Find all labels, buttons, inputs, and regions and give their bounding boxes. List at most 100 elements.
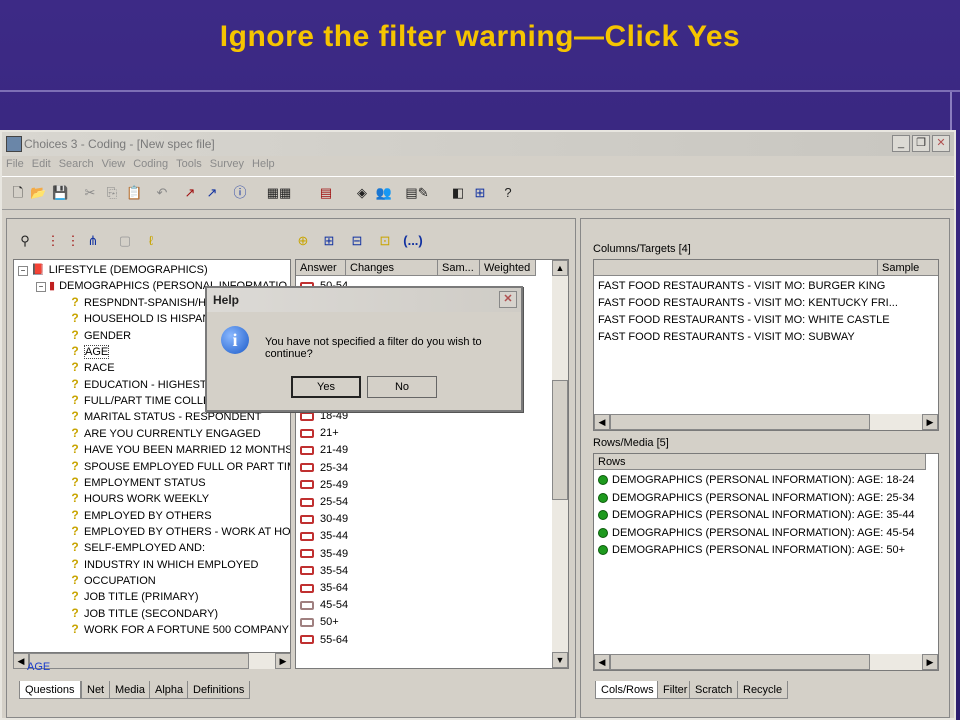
- diamond-icon[interactable]: ◈: [354, 185, 370, 201]
- tree-item[interactable]: ? FULL/PART TIME COLLEC: [70, 392, 218, 408]
- tab-filter[interactable]: Filter: [657, 681, 694, 699]
- tree-item[interactable]: ? JOB TITLE (SECONDARY): [70, 605, 218, 621]
- row-media-row[interactable]: DEMOGRAPHICS (PERSONAL INFORMATION): AGE…: [598, 472, 915, 489]
- columns-hscroll[interactable]: ◀ ▶: [594, 414, 938, 430]
- scroll-thumb[interactable]: [610, 654, 870, 670]
- tree-item[interactable]: ? EMPLOYED BY OTHERS - WORK AT HO: [70, 523, 290, 539]
- tab-questions[interactable]: Questions: [19, 681, 81, 699]
- row-media-row[interactable]: DEMOGRAPHICS (PERSONAL INFORMATION): AGE…: [598, 507, 915, 524]
- menu-help[interactable]: Help: [248, 156, 279, 172]
- column-target-row[interactable]: FAST FOOD RESTAURANTS - VISIT MO: KENTUC…: [598, 295, 898, 312]
- tree-item[interactable]: ? RACE: [70, 359, 114, 375]
- paste-icon[interactable]: 📋: [126, 185, 142, 201]
- rows-hscroll[interactable]: ◀ ▶: [594, 654, 938, 670]
- tree-item[interactable]: ? EMPLOYMENT STATUS: [70, 474, 205, 490]
- tree-net-icon[interactable]: ⋔: [85, 233, 101, 249]
- answer-row[interactable]: 35-44: [300, 528, 348, 544]
- col-weighted[interactable]: Weighted: [480, 260, 536, 276]
- tree-item[interactable]: ? EDUCATION - HIGHEST L: [70, 376, 215, 392]
- restore-icon[interactable]: ❐: [912, 135, 930, 152]
- answer-row[interactable]: 25-49: [300, 477, 348, 493]
- grid-icon[interactable]: ▦▦: [262, 185, 296, 201]
- run-s-blue-icon[interactable]: ↗: [204, 185, 220, 201]
- tree-item[interactable]: ? ARE YOU CURRENTLY ENGAGED: [70, 425, 260, 441]
- row-media-row[interactable]: DEMOGRAPHICS (PERSONAL INFORMATION): AGE…: [598, 525, 915, 542]
- answer-row[interactable]: 45-54: [300, 597, 348, 613]
- scroll-thumb[interactable]: [552, 380, 568, 500]
- yes-button[interactable]: Yes: [291, 376, 361, 398]
- answer-row[interactable]: 35-49: [300, 546, 348, 562]
- tree-item[interactable]: ? JOB TITLE (PRIMARY): [70, 588, 198, 604]
- menu-coding[interactable]: Coding: [129, 156, 172, 172]
- tree-item[interactable]: ? OCCUPATION: [70, 572, 155, 588]
- answer-row[interactable]: 55-64: [300, 632, 348, 648]
- answer-row[interactable]: 21+: [300, 425, 339, 441]
- tree-item[interactable]: ? HOURS WORK WEEKLY: [70, 490, 209, 506]
- info-icon[interactable]: ⓘ: [232, 185, 248, 201]
- tree-expand-icon[interactable]: ⋮: [45, 233, 61, 249]
- tree-root[interactable]: − 📕 LIFESTYLE (DEMOGRAPHICS): [18, 262, 208, 278]
- add-row-icon[interactable]: ⊟: [349, 233, 365, 249]
- window-titlebar[interactable]: Choices 3 - Coding - [New spec file] _ ❐…: [2, 132, 954, 156]
- col-sample[interactable]: Sam...: [438, 260, 480, 276]
- scroll-left-icon[interactable]: ◀: [594, 654, 610, 670]
- tab-cols-rows[interactable]: Cols/Rows: [595, 681, 660, 699]
- col-answer[interactable]: Answer: [296, 260, 346, 276]
- tab-definitions[interactable]: Definitions: [187, 681, 251, 699]
- scroll-down-icon[interactable]: ▼: [552, 652, 568, 668]
- layout-split-icon[interactable]: ⊞: [472, 185, 488, 201]
- tree-filter-icon[interactable]: ⋮: [65, 233, 81, 249]
- rows-list[interactable]: Rows DEMOGRAPHICS (PERSONAL INFORMATION)…: [593, 453, 939, 671]
- bracket-icon[interactable]: ℓ: [143, 233, 159, 249]
- tree-hscroll[interactable]: ◀ ▶: [13, 653, 291, 669]
- tree-item[interactable]: ? WORK FOR A FORTUNE 500 COMPANY: [70, 621, 289, 637]
- tab-media[interactable]: Media: [109, 681, 151, 699]
- columns-list[interactable]: Sample FAST FOOD RESTAURANTS - VISIT MO:…: [593, 259, 939, 431]
- save-icon[interactable]: 💾: [52, 185, 68, 201]
- minimize-icon[interactable]: _: [892, 135, 910, 152]
- tree-item[interactable]: ? AGE: [70, 343, 110, 360]
- add-filter-icon[interactable]: ⊡: [377, 233, 393, 249]
- tree-item[interactable]: ? INDUSTRY IN WHICH EMPLOYED: [70, 556, 258, 572]
- tab-alpha[interactable]: Alpha: [149, 681, 190, 699]
- tree-item[interactable]: ? RESPNDNT-SPANISH/HIS: [70, 294, 216, 310]
- tree-item[interactable]: ? GENDER: [70, 327, 131, 343]
- answer-row[interactable]: 30-49: [300, 511, 348, 527]
- paren-icon[interactable]: (...): [403, 233, 423, 249]
- menu-view[interactable]: View: [98, 156, 130, 172]
- tree-item[interactable]: ? SPOUSE EMPLOYED FULL OR PART TIM: [70, 458, 290, 474]
- add-target-icon[interactable]: ⊕: [295, 233, 311, 249]
- collapse-icon[interactable]: −: [18, 266, 28, 276]
- cut-icon[interactable]: ✂: [82, 185, 98, 201]
- answer-row[interactable]: 25-34: [300, 460, 348, 476]
- close-icon[interactable]: ✕: [932, 135, 950, 152]
- answer-row[interactable]: 25-54: [300, 494, 348, 510]
- scroll-thumb[interactable]: [29, 653, 249, 669]
- tree-item[interactable]: ? SELF-EMPLOYED AND:: [70, 539, 205, 555]
- menu-edit[interactable]: Edit: [28, 156, 55, 172]
- scroll-left-icon[interactable]: ◀: [594, 414, 610, 430]
- people-icon[interactable]: 👥: [372, 185, 396, 201]
- new-file-icon[interactable]: 🗋: [10, 185, 26, 201]
- no-button[interactable]: No: [367, 376, 437, 398]
- menu-survey[interactable]: Survey: [206, 156, 248, 172]
- scroll-right-icon[interactable]: ▶: [922, 414, 938, 430]
- report-icon[interactable]: ▤: [318, 185, 334, 201]
- close-icon[interactable]: ✕: [499, 291, 517, 308]
- col-sample-header[interactable]: Sample: [878, 260, 938, 276]
- dialog-titlebar[interactable]: Help ✕: [207, 288, 521, 312]
- answer-row[interactable]: 35-54: [300, 563, 348, 579]
- tab-scratch[interactable]: Scratch: [689, 681, 739, 699]
- scroll-thumb[interactable]: [610, 414, 870, 430]
- run-s-icon[interactable]: ↗: [182, 185, 198, 201]
- menu-tools[interactable]: Tools: [172, 156, 206, 172]
- rows-header[interactable]: Rows: [594, 454, 926, 470]
- help-query-icon[interactable]: ?: [500, 185, 516, 201]
- answer-row[interactable]: 35-64: [300, 580, 348, 596]
- column-target-row[interactable]: FAST FOOD RESTAURANTS - VISIT MO: WHITE …: [598, 312, 890, 329]
- scroll-right-icon[interactable]: ▶: [922, 654, 938, 670]
- open-folder-icon[interactable]: 📂: [30, 185, 46, 201]
- tab-net[interactable]: Net: [81, 681, 111, 699]
- disabled-icon[interactable]: ▢: [117, 233, 133, 249]
- add-column-icon[interactable]: ⊞: [321, 233, 337, 249]
